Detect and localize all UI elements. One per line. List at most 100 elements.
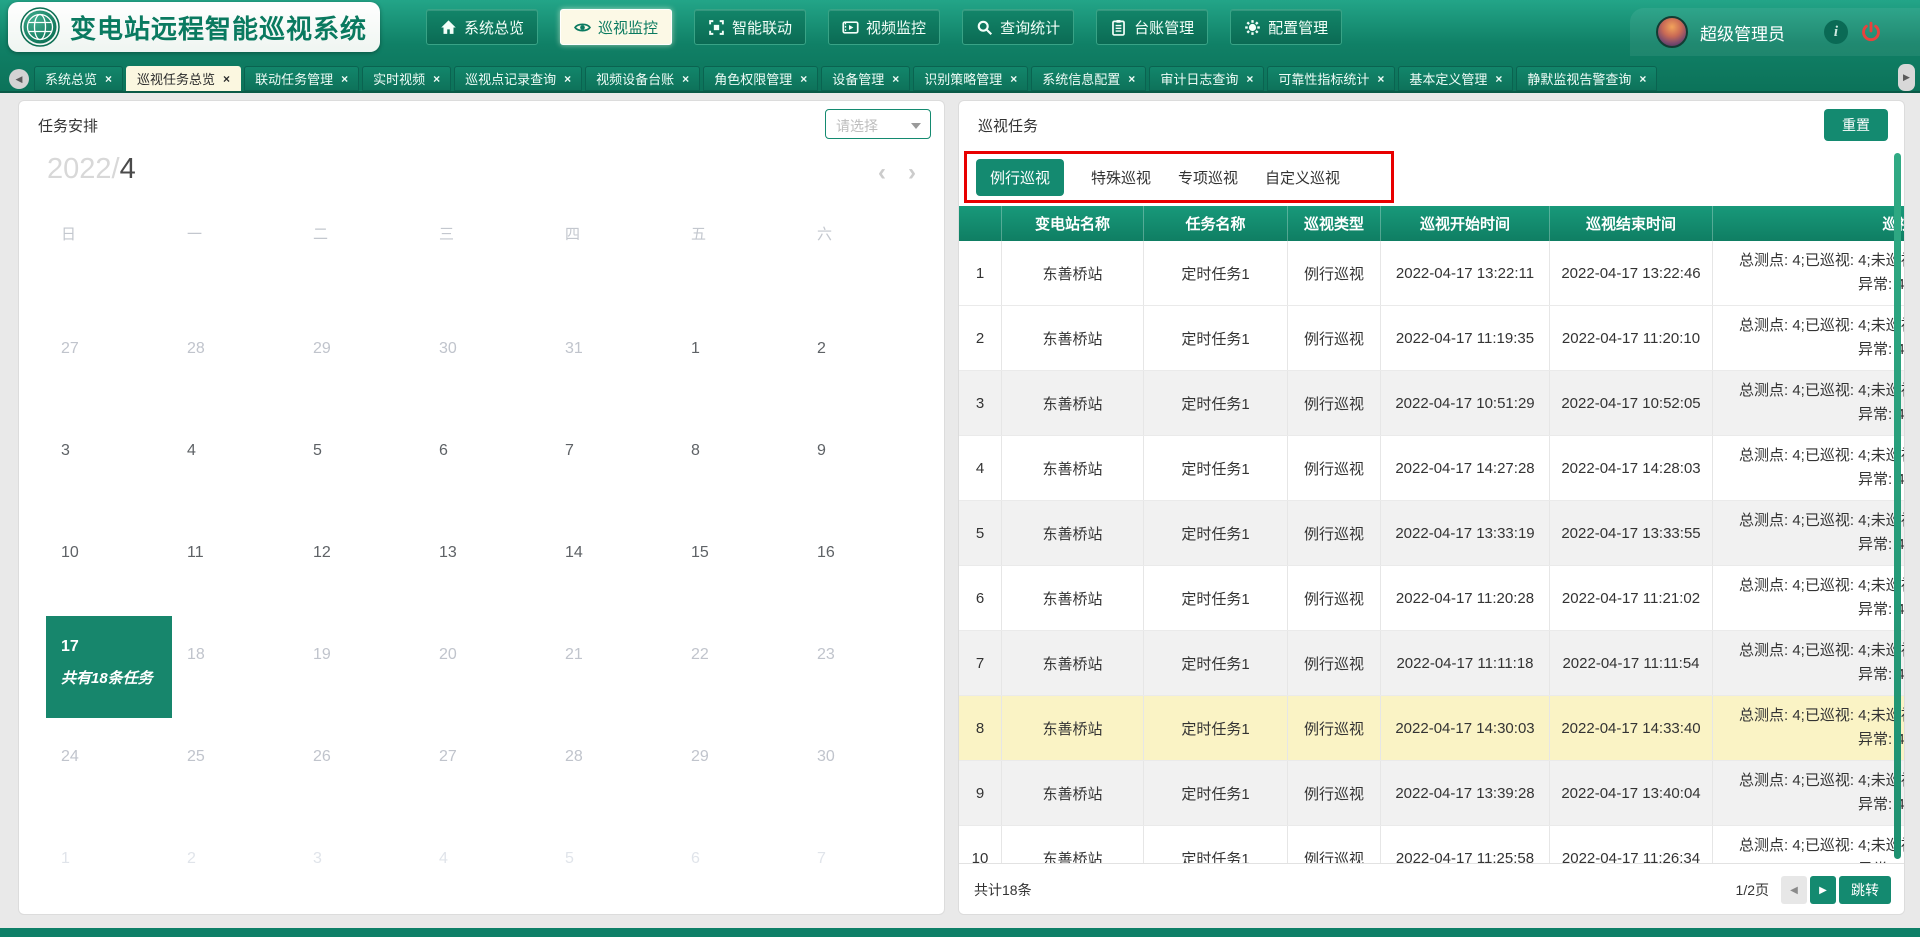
calendar-day[interactable]: 22 — [676, 616, 802, 718]
vertical-scrollbar[interactable] — [1894, 153, 1901, 859]
workspace-tab[interactable]: 实时视频 — [362, 66, 451, 91]
calendar-day[interactable]: 1 — [676, 310, 802, 412]
tab-close-icon[interactable] — [1010, 73, 1017, 85]
calendar-day[interactable]: 30 — [424, 310, 550, 412]
calendar-day[interactable]: 23 — [802, 616, 928, 718]
calendar-day[interactable]: 29 — [676, 718, 802, 820]
next-page-button[interactable] — [1810, 876, 1836, 904]
calendar-day[interactable]: 9 — [802, 412, 928, 514]
workspace-tab[interactable]: 设备管理 — [821, 66, 910, 91]
tab-close-icon[interactable] — [564, 73, 571, 85]
calendar-day[interactable]: 24 — [46, 718, 172, 820]
calendar-day[interactable]: 27 — [46, 310, 172, 412]
calendar-day[interactable]: 8 — [676, 412, 802, 514]
calendar-day[interactable]: 4 — [424, 820, 550, 915]
reset-button[interactable]: 重置 — [1824, 109, 1888, 141]
workspace-tab[interactable]: 巡视点记录查询 — [454, 66, 582, 91]
table-row[interactable]: 7 东善桥站 定时任务1 例行巡视 2022-04-17 11:11:18 20… — [959, 631, 1905, 696]
calendar-day[interactable]: 6 — [424, 412, 550, 514]
workspace-tab[interactable]: 联动任务管理 — [244, 66, 359, 91]
nav-eye-button[interactable]: 巡视监控 — [560, 9, 672, 45]
jump-page-button[interactable]: 跳转 — [1839, 876, 1891, 904]
workspace-tab[interactable]: 静默监视告警查询 — [1516, 66, 1657, 91]
nav-gear-button[interactable]: 配置管理 — [1230, 9, 1342, 45]
tab-close-icon[interactable] — [1128, 73, 1135, 85]
nav-hub-button[interactable]: 智能联动 — [694, 9, 806, 45]
workspace-tab[interactable]: 基本定义管理 — [1398, 66, 1513, 91]
calendar-day[interactable]: 12 — [298, 514, 424, 616]
nav-ledger-button[interactable]: 台账管理 — [1096, 9, 1208, 45]
table-row[interactable]: 6 东善桥站 定时任务1 例行巡视 2022-04-17 11:20:28 20… — [959, 566, 1905, 631]
calendar-day[interactable]: 28 — [550, 718, 676, 820]
tabs-scroll-left-icon[interactable] — [9, 69, 29, 89]
calendar-day[interactable]: 18 — [172, 616, 298, 718]
calendar-day[interactable]: 2 — [802, 310, 928, 412]
tab-close-icon[interactable] — [1639, 73, 1646, 85]
tab-close-icon[interactable] — [341, 73, 348, 85]
calendar-day[interactable]: 27 — [424, 718, 550, 820]
calendar-day[interactable]: 26 — [298, 718, 424, 820]
workspace-tab[interactable]: 视频设备台账 — [585, 66, 700, 91]
calendar-day[interactable]: 14 — [550, 514, 676, 616]
tab-close-icon[interactable] — [892, 73, 899, 85]
calendar-day[interactable]: 17 共有18条任务 — [46, 616, 172, 718]
calendar-day[interactable]: 31 — [550, 310, 676, 412]
calendar-day[interactable]: 5 — [550, 820, 676, 915]
filter-tab[interactable]: 例行巡视 — [976, 159, 1064, 196]
table-row[interactable]: 3 东善桥站 定时任务1 例行巡视 2022-04-17 10:51:29 20… — [959, 371, 1905, 436]
calendar-day[interactable]: 13 — [424, 514, 550, 616]
avatar[interactable] — [1656, 16, 1688, 48]
workspace-tab[interactable]: 角色权限管理 — [703, 66, 818, 91]
workspace-tab[interactable]: 系统信息配置 — [1031, 66, 1146, 91]
tab-close-icon[interactable] — [223, 73, 230, 85]
tab-close-icon[interactable] — [682, 73, 689, 85]
table-row[interactable]: 9 东善桥站 定时任务1 例行巡视 2022-04-17 13:39:28 20… — [959, 761, 1905, 826]
calendar-day[interactable]: 30 — [802, 718, 928, 820]
workspace-tab[interactable]: 可靠性指标统计 — [1267, 66, 1395, 91]
calendar-day[interactable]: 25 — [172, 718, 298, 820]
calendar-day[interactable]: 19 — [298, 616, 424, 718]
calendar-day[interactable]: 11 — [172, 514, 298, 616]
calendar-day[interactable]: 3 — [46, 412, 172, 514]
prev-page-button[interactable] — [1781, 876, 1807, 904]
calendar-next-icon[interactable] — [908, 159, 916, 187]
tab-close-icon[interactable] — [433, 73, 440, 85]
tab-close-icon[interactable] — [105, 73, 112, 85]
nav-home-button[interactable]: 系统总览 — [426, 9, 538, 45]
nav-search-button[interactable]: 查询统计 — [962, 9, 1074, 45]
logout-power-icon[interactable] — [1860, 21, 1882, 43]
info-icon[interactable] — [1824, 20, 1848, 44]
calendar-day[interactable]: 1 — [46, 820, 172, 915]
tab-close-icon[interactable] — [1377, 73, 1384, 85]
filter-tab[interactable]: 自定义巡视 — [1265, 167, 1340, 188]
table-row[interactable]: 1 东善桥站 定时任务1 例行巡视 2022-04-17 13:22:11 20… — [959, 241, 1905, 306]
workspace-tab[interactable]: 识别策略管理 — [913, 66, 1028, 91]
calendar-day[interactable]: 5 — [298, 412, 424, 514]
tab-close-icon[interactable] — [1495, 73, 1502, 85]
table-row[interactable]: 10 东善桥站 定时任务1 例行巡视 2022-04-17 11:25:58 2… — [959, 826, 1905, 863]
filter-tab[interactable]: 专项巡视 — [1178, 167, 1238, 188]
calendar-day[interactable]: 10 — [46, 514, 172, 616]
filter-tab[interactable]: 特殊巡视 — [1091, 167, 1151, 188]
table-row[interactable]: 4 东善桥站 定时任务1 例行巡视 2022-04-17 14:27:28 20… — [959, 436, 1905, 501]
calendar-day[interactable]: 3 — [298, 820, 424, 915]
tabs-scroll-right-icon[interactable] — [1898, 64, 1915, 91]
calendar-day[interactable]: 7 — [550, 412, 676, 514]
calendar-day[interactable]: 20 — [424, 616, 550, 718]
nav-video-button[interactable]: 视频监控 — [828, 9, 940, 45]
tab-close-icon[interactable] — [1246, 73, 1253, 85]
table-row[interactable]: 5 东善桥站 定时任务1 例行巡视 2022-04-17 13:33:19 20… — [959, 501, 1905, 566]
calendar-prev-icon[interactable] — [878, 159, 886, 187]
workspace-tab[interactable]: 审计日志查询 — [1149, 66, 1264, 91]
calendar-day[interactable]: 15 — [676, 514, 802, 616]
calendar-day[interactable]: 7 — [802, 820, 928, 915]
workspace-tab[interactable]: 系统总览 — [34, 66, 123, 91]
calendar-day[interactable]: 6 — [676, 820, 802, 915]
calendar-day[interactable]: 28 — [172, 310, 298, 412]
workspace-tab[interactable]: 巡视任务总览 — [126, 66, 241, 91]
table-row[interactable]: 8 东善桥站 定时任务1 例行巡视 2022-04-17 14:30:03 20… — [959, 696, 1905, 761]
calendar-day[interactable]: 4 — [172, 412, 298, 514]
tab-close-icon[interactable] — [800, 73, 807, 85]
table-row[interactable]: 2 东善桥站 定时任务1 例行巡视 2022-04-17 11:19:35 20… — [959, 306, 1905, 371]
station-select[interactable]: 请选择 — [825, 109, 931, 139]
